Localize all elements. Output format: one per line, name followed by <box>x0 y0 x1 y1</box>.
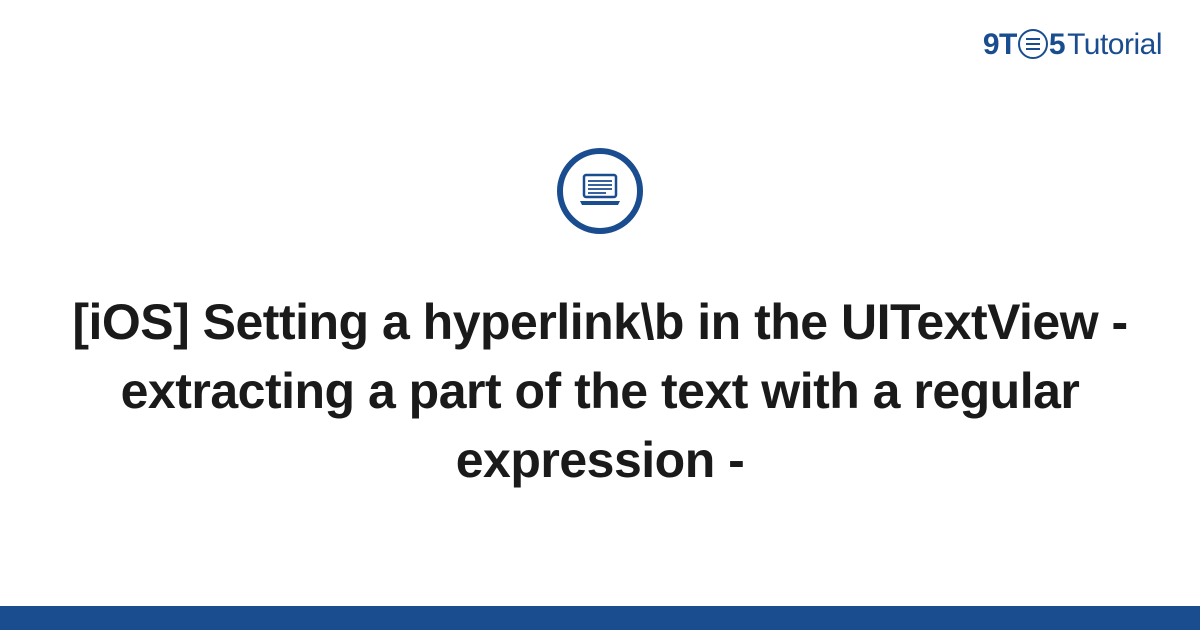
logo-circle-icon <box>1018 29 1048 59</box>
logo-text-tutorial: Tutorial <box>1067 28 1162 62</box>
laptop-svg <box>576 167 624 215</box>
logo-text-5: 5 <box>1049 28 1065 62</box>
laptop-icon <box>557 148 643 234</box>
footer-bar <box>0 606 1200 630</box>
logo-text-9t: 9T <box>983 28 1017 62</box>
site-logo: 9T 5 Tutorial <box>983 28 1162 62</box>
logo-circle-lines <box>1026 43 1040 46</box>
article-title: [iOS] Setting a hyperlink\b in the UITex… <box>50 288 1150 495</box>
